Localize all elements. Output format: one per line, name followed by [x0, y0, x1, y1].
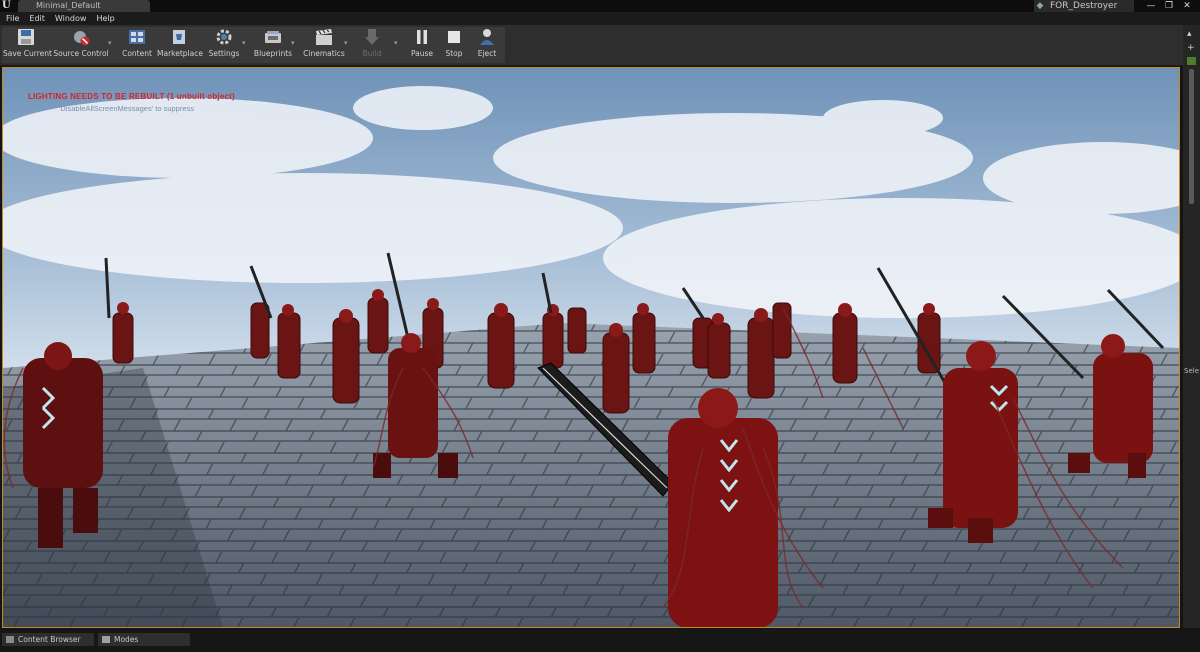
lighting-warning: LIGHTING NEEDS TO BE REBUILT (1 unbuilt … — [28, 92, 235, 101]
cinematics-label: Cinematics — [303, 49, 345, 58]
modes-label: Modes — [114, 635, 139, 644]
menu-file[interactable]: File — [0, 12, 24, 25]
blueprints-icon — [265, 31, 281, 43]
content-label: Content — [122, 49, 152, 58]
blueprints-label: Blueprints — [253, 49, 293, 58]
minimize-button[interactable]: — — [1142, 0, 1160, 12]
source-control-button[interactable]: Source Control — [53, 25, 109, 61]
eject-icon — [480, 29, 494, 45]
settings-dropdown-icon[interactable]: ▾ — [242, 39, 246, 47]
tab-modes[interactable]: Modes — [98, 633, 190, 646]
add-icon[interactable]: + — [1187, 43, 1195, 53]
maximize-button[interactable]: ❐ — [1160, 0, 1178, 12]
stop-button[interactable]: Stop — [440, 25, 468, 61]
marketplace-button[interactable]: Marketplace — [157, 25, 203, 61]
stop-icon — [448, 31, 460, 43]
content-browser-label: Content Browser — [18, 635, 81, 644]
build-dropdown-icon[interactable]: ▾ — [394, 39, 398, 47]
pause-button[interactable]: Pause — [408, 25, 436, 61]
main-toolbar: Save Current Source Control ▾ Content Ma… — [0, 25, 1183, 66]
close-button[interactable]: ✕ — [1178, 0, 1196, 12]
unreal-logo-icon: U — [2, 0, 11, 11]
cinematics-button[interactable]: Cinematics — [302, 25, 346, 61]
menu-window[interactable]: Window — [50, 12, 92, 25]
marketplace-label: Marketplace — [157, 49, 203, 58]
build-button[interactable]: Build — [357, 25, 387, 61]
content-browser-icon — [6, 636, 14, 643]
project-badge: ◆ FOR_Destroyer — [1034, 0, 1134, 12]
pause-label: Pause — [410, 49, 434, 58]
character-foreground — [668, 388, 778, 627]
stop-label: Stop — [445, 49, 463, 58]
menu-bar: File Edit Window Help — [0, 12, 1200, 25]
scene-render — [3, 68, 1179, 627]
source-control-dropdown-icon[interactable]: ▾ — [108, 39, 112, 47]
details-scrollbar[interactable] — [1189, 69, 1194, 204]
marketplace-icon — [173, 30, 185, 44]
build-label: Build — [362, 49, 382, 58]
project-icon: ◆ — [1036, 1, 1044, 11]
level-viewport[interactable]: LIGHTING NEEDS TO BE REBUILT (1 unbuilt … — [2, 67, 1180, 628]
collapse-icon[interactable]: ▴ — [1187, 29, 1192, 39]
settings-label: Settings — [208, 49, 240, 58]
mobility-icon — [1187, 57, 1196, 65]
content-icon — [129, 30, 145, 44]
content-button[interactable]: Content — [120, 25, 154, 61]
project-name: FOR_Destroyer — [1050, 1, 1118, 11]
menu-edit[interactable]: Edit — [24, 12, 50, 25]
settings-button[interactable]: Settings — [206, 25, 242, 61]
save-current-button[interactable]: Save Current — [3, 25, 52, 61]
eject-button[interactable]: Eject — [473, 25, 501, 61]
eject-label: Eject — [477, 49, 497, 58]
title-bar: U Minimal_Default ◆ FOR_Destroyer — ❐ ✕ — [0, 0, 1200, 12]
save-current-label: Save Current — [3, 49, 52, 58]
modes-icon — [102, 636, 110, 643]
window-controls: — ❐ ✕ — [1142, 0, 1196, 12]
source-control-label: Source Control — [53, 49, 109, 58]
details-panel-edge: ▴ + Sele — [1183, 25, 1200, 628]
menu-help[interactable]: Help — [91, 12, 119, 25]
selection-label: Sele — [1184, 367, 1200, 375]
cinematics-dropdown-icon[interactable]: ▾ — [344, 39, 348, 47]
pause-icon — [417, 30, 427, 44]
suppress-hint: 'DisableAllScreenMessages' to suppress — [59, 104, 195, 113]
save-icon — [18, 29, 34, 45]
tab-content-browser[interactable]: Content Browser — [2, 633, 94, 646]
clapperboard-icon — [316, 29, 332, 45]
blueprints-dropdown-icon[interactable]: ▾ — [291, 39, 295, 47]
blueprints-button[interactable]: Blueprints — [253, 25, 293, 61]
level-tab[interactable]: Minimal_Default — [18, 0, 150, 12]
build-icon — [365, 29, 379, 45]
bottom-bar: Content Browser Modes — [0, 630, 1200, 652]
settings-gear-icon — [216, 29, 232, 45]
source-control-icon — [74, 31, 90, 46]
